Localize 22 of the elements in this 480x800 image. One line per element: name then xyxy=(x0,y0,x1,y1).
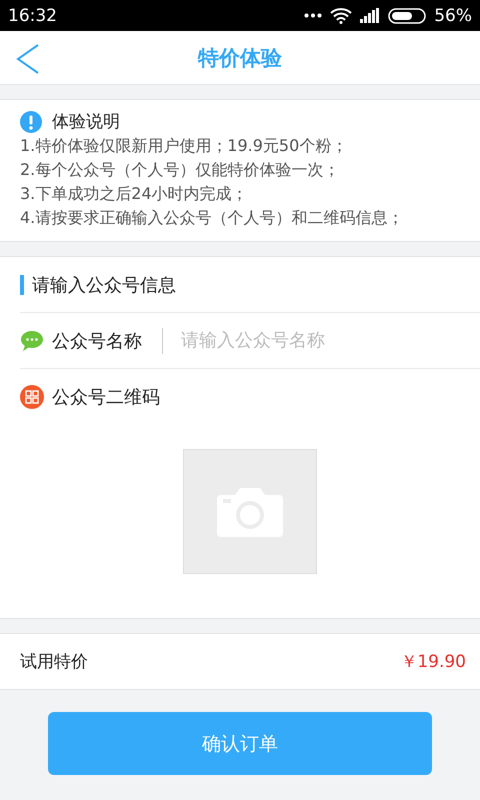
info-icon xyxy=(20,110,42,132)
chat-bubble-icon xyxy=(20,330,44,352)
confirm-order-button[interactable]: 确认订单 xyxy=(48,712,432,775)
field-label: 公众号二维码 xyxy=(52,386,160,409)
price-label: 试用特价 xyxy=(20,651,88,673)
status-time: 16:32 xyxy=(8,6,57,26)
more-icon xyxy=(304,13,322,18)
notice-line: 2.每个公众号（个人号）仅能特价体验一次； xyxy=(20,159,340,181)
notice-title: 体验说明 xyxy=(52,111,120,133)
notice-line: 3.下单成功之后24小时内完成； xyxy=(20,183,249,205)
notice-line: 1.特价体验仅限新用户使用；19.9元50个粉； xyxy=(20,135,348,157)
signal-icon xyxy=(360,8,380,23)
notice-line: 4.请按要求正确输入公众号（个人号）和二维码信息； xyxy=(20,207,404,229)
price-value: ￥19.90 xyxy=(400,651,466,673)
page-title: 特价体验 xyxy=(198,44,282,72)
battery-level: 56% xyxy=(434,6,472,26)
section-title: 请输入公众号信息 xyxy=(32,274,176,296)
qr-code-icon xyxy=(20,385,44,409)
battery-icon xyxy=(388,8,426,24)
field-label: 公众号名称 xyxy=(52,330,142,352)
upload-photo-button[interactable] xyxy=(183,449,317,574)
wifi-icon xyxy=(330,8,352,24)
